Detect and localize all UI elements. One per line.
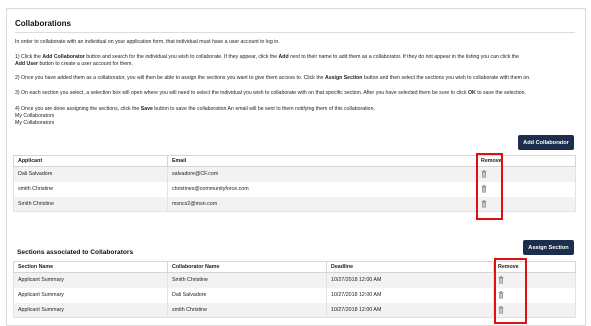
step3-text-b: OK — [468, 90, 476, 96]
remove-cell — [476, 181, 576, 197]
step1-text-b: Add Collaborator — [42, 54, 85, 60]
instruction-step-2: 2) Once you have added them as a collabo… — [15, 75, 570, 82]
applicant-cell: smith Christine — [13, 181, 168, 197]
trash-icon[interactable] — [481, 185, 487, 193]
sections-table: Section Name Collaborator Name Deadline … — [13, 261, 576, 318]
collaborators-table: Applicant Email Remove Dali Salvadore sa… — [13, 155, 576, 212]
table-row: Applicant Summary Dali Salvadore 10/27/2… — [13, 287, 576, 303]
col-remove: Remove — [493, 261, 576, 273]
sections-title: Sections associated to Collaborators — [17, 249, 134, 256]
instruction-step-1: 1) Click the Add Collaborator button and… — [15, 54, 570, 68]
remove-cell — [476, 196, 576, 212]
collaborator-name-cell: Dali Salvadore — [167, 287, 327, 303]
step3-text-a: 3) On each section you select, a selecti… — [15, 90, 468, 96]
step4-text-c: button to save the collaboration An emai… — [152, 106, 375, 112]
section-name-cell: Applicant Summary — [13, 287, 168, 303]
table-row: Dali Salvadore salvadore@CF.com — [13, 166, 576, 182]
table-row: smith Christine christines@communityforc… — [13, 181, 576, 197]
assign-section-button[interactable]: Assign Section — [523, 240, 574, 255]
step1-text-a: 1) Click the — [15, 54, 43, 60]
my-collaborators-label-2: My Collaborators — [15, 120, 55, 126]
deadline-cell: 10/27/2018 12:00 AM — [326, 272, 494, 288]
title-divider — [15, 32, 575, 33]
add-collaborator-button[interactable]: Add Collaborator — [518, 135, 574, 150]
col-deadline: Deadline — [326, 261, 494, 273]
remove-cell — [476, 166, 576, 182]
table-header-row: Section Name Collaborator Name Deadline … — [13, 261, 576, 273]
table-row: Smith Christine msncs2@msn.com — [13, 196, 576, 212]
email-cell: christines@communityforce.com — [167, 181, 477, 197]
step1-text-e: next to their name to add them as a coll… — [288, 54, 520, 60]
step2-text-c: button and then select the sections you … — [362, 75, 531, 81]
trash-icon[interactable] — [498, 291, 504, 299]
applicant-cell: Smith Christine — [13, 196, 168, 212]
email-cell: salvadore@CF.com — [167, 166, 477, 182]
collaborator-name-cell: smith Christine — [167, 302, 327, 318]
table-row: Applicant Summary smith Christine 10/27/… — [13, 302, 576, 318]
table-header-row: Applicant Email Remove — [13, 155, 576, 167]
deadline-cell: 10/27/2018 12:00 AM — [326, 302, 494, 318]
collaborations-panel: Collaborations In order to collaborate w… — [6, 8, 586, 326]
table-row: Applicant Summary Smith Christine 10/27/… — [13, 272, 576, 288]
instruction-step-4: 4) Once you are done assigning the secti… — [15, 106, 570, 113]
col-collaborator-name: Collaborator Name — [167, 261, 327, 273]
col-applicant: Applicant — [13, 155, 168, 167]
step3-text-c: to save the selection. — [475, 90, 526, 96]
my-collaborators-label-1: My Collaborators — [15, 113, 55, 119]
remove-cell — [493, 302, 576, 318]
step4-text-a: 4) Once you are done assigning the secti… — [15, 106, 141, 112]
instruction-intro: In order to collaborate with an individu… — [15, 39, 280, 45]
trash-icon[interactable] — [481, 199, 487, 208]
section-name-cell: Applicant Summary — [13, 302, 168, 318]
step1-text-c: button and search for the individual you… — [84, 54, 279, 60]
step1-text-f: Add User — [15, 61, 39, 67]
trash-icon[interactable] — [498, 276, 504, 284]
col-remove: Remove — [476, 155, 576, 167]
applicant-cell: Dali Salvadore — [13, 166, 168, 182]
step2-text-b: Assign Section — [324, 75, 363, 81]
deadline-cell: 10/27/2018 12:00 AM — [326, 287, 494, 303]
step2-text-a: 2) Once you have added them as a collabo… — [15, 75, 325, 81]
remove-cell — [493, 272, 576, 288]
trash-icon[interactable] — [481, 170, 487, 178]
step4-text-b: Save — [140, 106, 153, 112]
email-cell: msncs2@msn.com — [167, 196, 477, 212]
step1-text-g: button to create a user account for them… — [38, 61, 133, 67]
collaborator-name-cell: Smith Christine — [167, 272, 327, 288]
step1-text-d: Add — [278, 54, 289, 60]
trash-icon[interactable] — [498, 305, 504, 314]
col-email: Email — [167, 155, 477, 167]
instruction-step-3: 3) On each section you select, a selecti… — [15, 90, 570, 97]
panel-title: Collaborations — [15, 19, 72, 28]
remove-cell — [493, 287, 576, 303]
col-section-name: Section Name — [13, 261, 168, 273]
section-name-cell: Applicant Summary — [13, 272, 168, 288]
